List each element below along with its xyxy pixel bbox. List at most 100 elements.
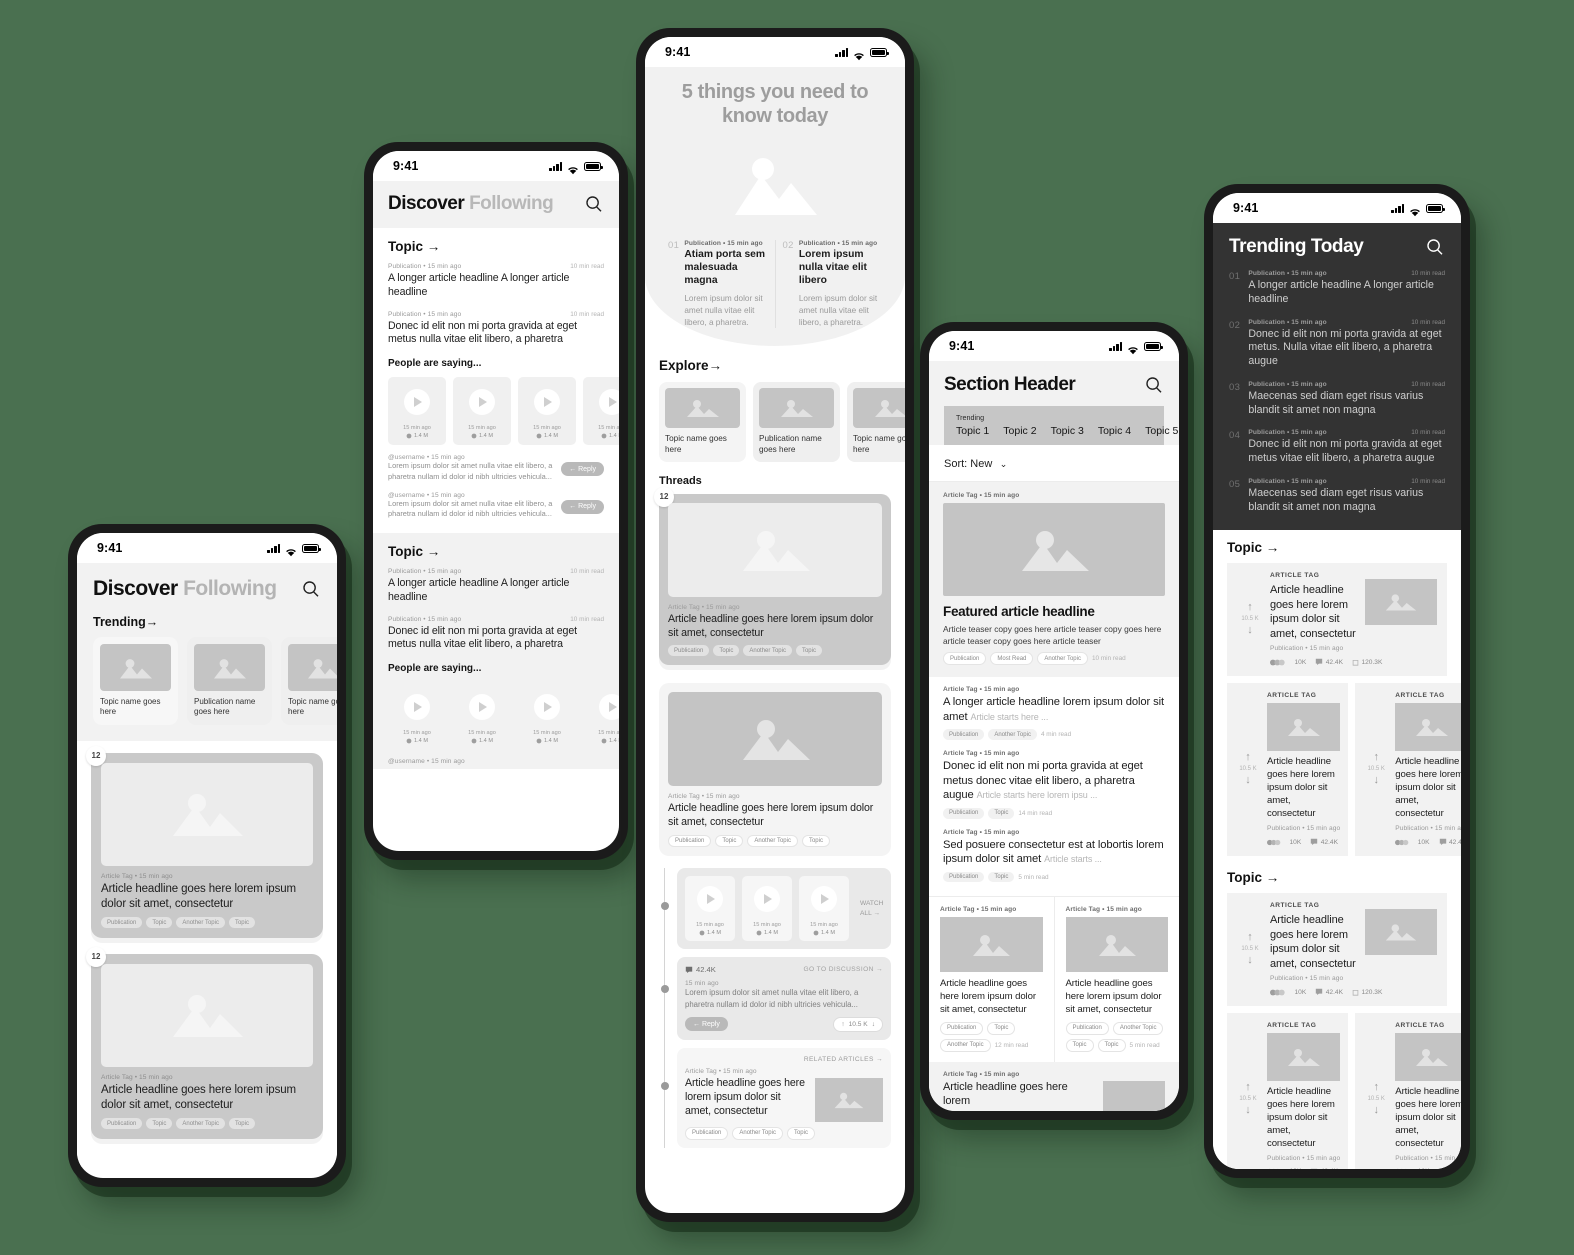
- explore-card[interactable]: Topic name goes here: [847, 382, 905, 462]
- article-row[interactable]: Publication • 15 min ago 10 min read Done…: [388, 616, 604, 653]
- reply-button[interactable]: ← Reply: [561, 499, 604, 514]
- article-row[interactable]: Article Tag • 15 min ago A longer articl…: [943, 686, 1165, 741]
- chip[interactable]: Topic: [1097, 1038, 1126, 1052]
- topic-title[interactable]: Topic →: [1227, 540, 1447, 555]
- article-card[interactable]: 12 Article Tag • 15 min ago Article head…: [86, 745, 323, 938]
- chip[interactable]: Another Topic: [176, 1118, 225, 1130]
- play-icon[interactable]: [599, 694, 619, 721]
- watch-all-link[interactable]: WATCH ALL →: [856, 899, 883, 919]
- phone2-scroll[interactable]: Discover Following Topic → Publication •…: [373, 181, 619, 851]
- chip[interactable]: Publication: [668, 834, 712, 848]
- phone4-scroll[interactable]: Section Header Trending Topic 1 Topic 2 …: [929, 361, 1179, 1111]
- topic-title[interactable]: Topic →: [388, 544, 604, 559]
- phone1-scroll[interactable]: Discover Following Trending→ Topic name …: [77, 563, 337, 1178]
- trending-card[interactable]: Publication name goes here: [187, 637, 272, 725]
- play-icon[interactable]: [599, 389, 619, 416]
- chip[interactable]: Publication: [668, 645, 710, 657]
- related-article[interactable]: Article Tag • 15 min ago Article headlin…: [685, 1068, 883, 1122]
- vote-control[interactable]: ↑ 10.5 K ↓: [1235, 1022, 1261, 1169]
- trending-card[interactable]: Topic name goes here: [93, 637, 178, 725]
- phone5-scroll[interactable]: Trending Today 01 Publication • 15 min a…: [1213, 223, 1461, 1169]
- pair-article[interactable]: ↑ 10.5 K ↓ ARTICLE TAG Article headline go…: [1227, 683, 1349, 857]
- chip[interactable]: Topic: [228, 917, 255, 928]
- explore-title[interactable]: Explore→: [659, 358, 891, 373]
- reply-button[interactable]: ← Reply: [561, 462, 604, 477]
- upvote-icon[interactable]: ↑: [1245, 1082, 1251, 1093]
- vote-control[interactable]: ↑ 10.5 K ↓: [1237, 572, 1263, 666]
- downvote-icon[interactable]: ↓: [1374, 1105, 1380, 1116]
- thread-card[interactable]: Article Tag • 15 min ago Article headlin…: [659, 683, 891, 857]
- comment-row[interactable]: @username • 15 min ago Lorem ipsum dolor…: [388, 454, 604, 482]
- search-icon[interactable]: [584, 194, 604, 214]
- vote-control[interactable]: ↑ 10.5 K ↓: [1363, 1022, 1389, 1169]
- video-tile[interactable]: 15 min ago1.4 M: [518, 377, 576, 446]
- chip[interactable]: Publication: [1065, 1021, 1109, 1035]
- upvote-icon[interactable]: ↑: [1247, 932, 1253, 943]
- trending-item[interactable]: 03 Publication • 15 min ago 10 min read M…: [1229, 381, 1445, 418]
- lead-article[interactable]: ↑ 10.5 K ↓ ARTICLE TAG Article headline …: [1227, 563, 1447, 677]
- chip[interactable]: Another Topic: [940, 1038, 991, 1052]
- downvote-icon[interactable]: ↓: [1374, 775, 1380, 786]
- tab-topic-1[interactable]: Topic 1: [956, 425, 989, 437]
- chip[interactable]: Topic: [146, 1118, 173, 1130]
- video-tile[interactable]: 15 min ago1.4 M: [453, 377, 511, 446]
- trending-item[interactable]: 04 Publication • 15 min ago 10 min read D…: [1229, 429, 1445, 466]
- downvote-icon[interactable]: ↓: [1245, 1105, 1251, 1116]
- featured-article[interactable]: Article Tag • 15 min ago Featured articl…: [929, 482, 1179, 678]
- video-carousel[interactable]: 15 min ago 1.4 M 15 min ago 1.4 M 15 min a…: [685, 876, 883, 942]
- last-article-row[interactable]: Article Tag • 15 min ago Article headlin…: [929, 1061, 1179, 1111]
- downvote-icon[interactable]: ↓: [1247, 955, 1253, 966]
- tab-topic-4[interactable]: Topic 4: [1098, 425, 1131, 437]
- tab-following[interactable]: Following: [469, 193, 554, 214]
- trending-carousel[interactable]: Topic name goes here Publication name go…: [93, 637, 337, 741]
- chip[interactable]: Publication: [101, 1118, 143, 1130]
- comment-row[interactable]: @username • 15 min ago Lorem ipsum dolor…: [388, 492, 604, 520]
- vote-control[interactable]: ↑ 10.5 K ↓: [1237, 902, 1263, 996]
- trending-item[interactable]: 05 Publication • 15 min ago 10 min read M…: [1229, 478, 1445, 515]
- trending-section-title[interactable]: Trending→: [93, 615, 321, 629]
- topic-title[interactable]: Topic →: [388, 239, 604, 254]
- vote-control[interactable]: ↑ 10.5 K ↓: [1363, 692, 1389, 846]
- play-icon[interactable]: [534, 389, 560, 416]
- chip[interactable]: Topic: [801, 834, 830, 848]
- timeline-videos[interactable]: 15 min ago 1.4 M 15 min ago 1.4 M 15 min a…: [660, 868, 891, 950]
- trending-card[interactable]: Topic name goes here: [281, 637, 337, 725]
- thread-card[interactable]: 12 Article Tag • 15 min ago Article head…: [654, 486, 891, 666]
- tab-topic-5[interactable]: Topic 5: [1145, 425, 1178, 437]
- tab-topic-2[interactable]: Topic 2: [1003, 425, 1036, 437]
- video-tile[interactable]: 15 min ago1.4 M: [518, 682, 576, 750]
- chip[interactable]: Topic: [988, 871, 1015, 883]
- chip[interactable]: Another Topic: [176, 917, 225, 928]
- video-tile[interactable]: 15 min ago1.4 M: [583, 682, 619, 750]
- play-icon[interactable]: [754, 886, 780, 913]
- five-things-item[interactable]: 01 Publication • 15 min ago Atiam porta …: [661, 240, 775, 328]
- tab-following[interactable]: Following: [183, 577, 277, 600]
- video-tile[interactable]: 15 min ago1.4 M: [388, 377, 446, 446]
- upvote-icon[interactable]: ↑: [1374, 752, 1380, 763]
- pair-article[interactable]: ↑ 10.5 K ↓ ARTICLE TAG Article headline go…: [1227, 1013, 1349, 1169]
- play-icon[interactable]: [811, 886, 837, 913]
- article-row[interactable]: Publication • 15 min ago 10 min read A lo…: [388, 568, 604, 605]
- video-carousel[interactable]: 15 min ago 1.4 M 15 min ago 1.4 M 15 min a…: [388, 377, 619, 446]
- video-tile[interactable]: 15 min ago1.4 M: [453, 682, 511, 750]
- pair-article[interactable]: ↑ 10.5 K ↓ ARTICLE TAG Article headline go…: [1355, 683, 1461, 857]
- chip[interactable]: Publication: [943, 871, 985, 883]
- article-row[interactable]: Publication • 15 min ago 10 min read A lo…: [388, 263, 604, 300]
- article-row[interactable]: Article Tag • 15 min ago Donec id elit n…: [943, 750, 1165, 819]
- search-icon[interactable]: [1425, 237, 1445, 257]
- explore-card[interactable]: Topic name goes here: [659, 382, 746, 462]
- tab-topic-3[interactable]: Topic 3: [1051, 425, 1084, 437]
- grid-article[interactable]: Article Tag • 15 min ago Article headlin…: [1053, 897, 1180, 1062]
- topic-tabs[interactable]: Trending Topic 1 Topic 2 Topic 3 Topic 4…: [944, 406, 1178, 445]
- trending-item[interactable]: 02 Publication • 15 min ago 10 min read D…: [1229, 319, 1445, 369]
- go-to-discussion-link[interactable]: GO TO DISCUSSION →: [804, 966, 884, 973]
- upvote-icon[interactable]: ↑: [1245, 752, 1251, 763]
- article-row[interactable]: Article Tag • 15 min ago Sed posuere con…: [943, 829, 1165, 883]
- chip[interactable]: Another Topic: [747, 834, 798, 848]
- chip[interactable]: Topic: [786, 1126, 815, 1140]
- chip[interactable]: Topic: [988, 807, 1015, 819]
- play-icon[interactable]: [404, 389, 430, 416]
- video-tile[interactable]: 15 min ago1.4 M: [742, 876, 792, 942]
- play-icon[interactable]: [697, 886, 723, 913]
- chip[interactable]: Publication: [943, 729, 985, 741]
